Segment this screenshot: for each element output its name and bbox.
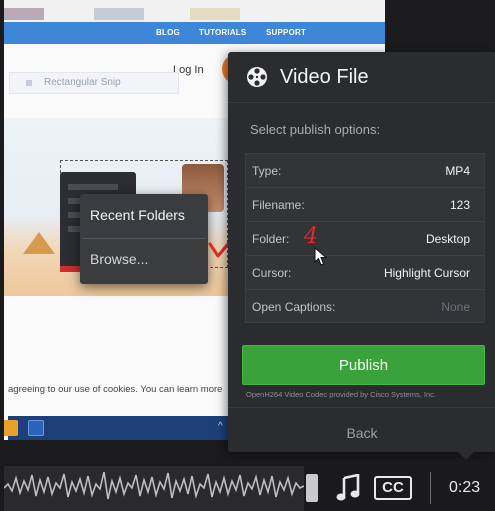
option-label: Open Captions:: [252, 300, 336, 314]
scrub-handle[interactable]: [306, 474, 318, 502]
option-value: Highlight Cursor: [383, 266, 470, 280]
bookmark-swatch: [190, 8, 240, 20]
option-label: Cursor:: [252, 266, 292, 280]
window-row: [68, 184, 118, 190]
option-value: Desktop: [425, 232, 470, 246]
cookie-notice: agreeing to our use of cookies. You can …: [8, 384, 223, 395]
menu-item-recent-folders[interactable]: Recent Folders: [90, 207, 185, 223]
bookmark-swatch: [94, 8, 144, 20]
folder-context-menu: Recent Folders Browse...: [80, 194, 208, 284]
audio-waveform[interactable]: [4, 466, 304, 511]
option-label: Type:: [252, 164, 282, 178]
divider: [430, 472, 431, 504]
back-button[interactable]: Back: [228, 425, 495, 441]
taskbar-app-icon[interactable]: [28, 420, 44, 436]
music-note-icon[interactable]: [336, 474, 360, 502]
tray-expand-icon[interactable]: ^: [218, 421, 223, 432]
film-reel-icon: [247, 67, 267, 87]
nav-link-tutorials[interactable]: TUTORIALS: [199, 28, 246, 37]
publish-label: Publish: [338, 357, 389, 374]
publish-button[interactable]: Publish: [242, 345, 485, 385]
option-value: MP4: [445, 164, 470, 178]
nav-link-support[interactable]: SUPPORT: [266, 28, 306, 37]
closed-captions-button[interactable]: CC: [374, 476, 412, 500]
bookmark-swatch: [4, 8, 44, 20]
menu-item-browse[interactable]: Browse...: [90, 251, 148, 267]
panel-title: Video File: [280, 66, 369, 88]
option-row-type[interactable]: Type: MP4: [246, 154, 484, 188]
snip-toolbar: Rectangular Snip: [9, 72, 179, 94]
codec-note: OpenH264 Video Codec provided by Cisco S…: [246, 390, 436, 399]
mouse-pointer-icon: [314, 247, 328, 266]
option-label: Filename:: [252, 198, 305, 212]
snip-label: Rectangular Snip: [44, 77, 121, 88]
screen: BLOG TUTORIALS SUPPORT Log In Rectangula…: [0, 0, 495, 511]
site-nav: BLOG TUTORIALS SUPPORT: [4, 22, 385, 44]
player-bar: CC 0:23: [0, 466, 495, 511]
option-label: Folder:: [252, 232, 290, 246]
video-file-panel: Video File Select publish options: Type:…: [228, 52, 495, 452]
divider: [228, 102, 495, 103]
pyramid-graphic: [23, 232, 55, 254]
option-row-folder[interactable]: Folder: Desktop: [246, 222, 484, 256]
option-row-filename[interactable]: Filename: 123: [246, 188, 484, 222]
divider: [228, 407, 495, 408]
timestamp: 0:23: [449, 479, 481, 496]
option-value: None: [441, 300, 470, 314]
option-value: 123: [449, 198, 470, 212]
chrome-icon[interactable]: [4, 420, 18, 436]
option-row-open-captions[interactable]: Open Captions: None: [246, 290, 484, 324]
nav-link-blog[interactable]: BLOG: [156, 28, 180, 37]
step-number-annotation: 4: [304, 224, 318, 249]
browser-bookmark-bar: [4, 0, 385, 22]
option-row-cursor[interactable]: Cursor: Highlight Cursor: [246, 256, 484, 290]
publish-options-list: Type: MP4 Filename: 123 Folder: Desktop …: [245, 153, 485, 323]
snip-icon: [26, 80, 32, 86]
panel-subtitle: Select publish options:: [250, 122, 381, 137]
windows-taskbar: ^: [4, 416, 244, 440]
menu-divider: [82, 238, 206, 239]
panel-pointer: [458, 452, 474, 460]
